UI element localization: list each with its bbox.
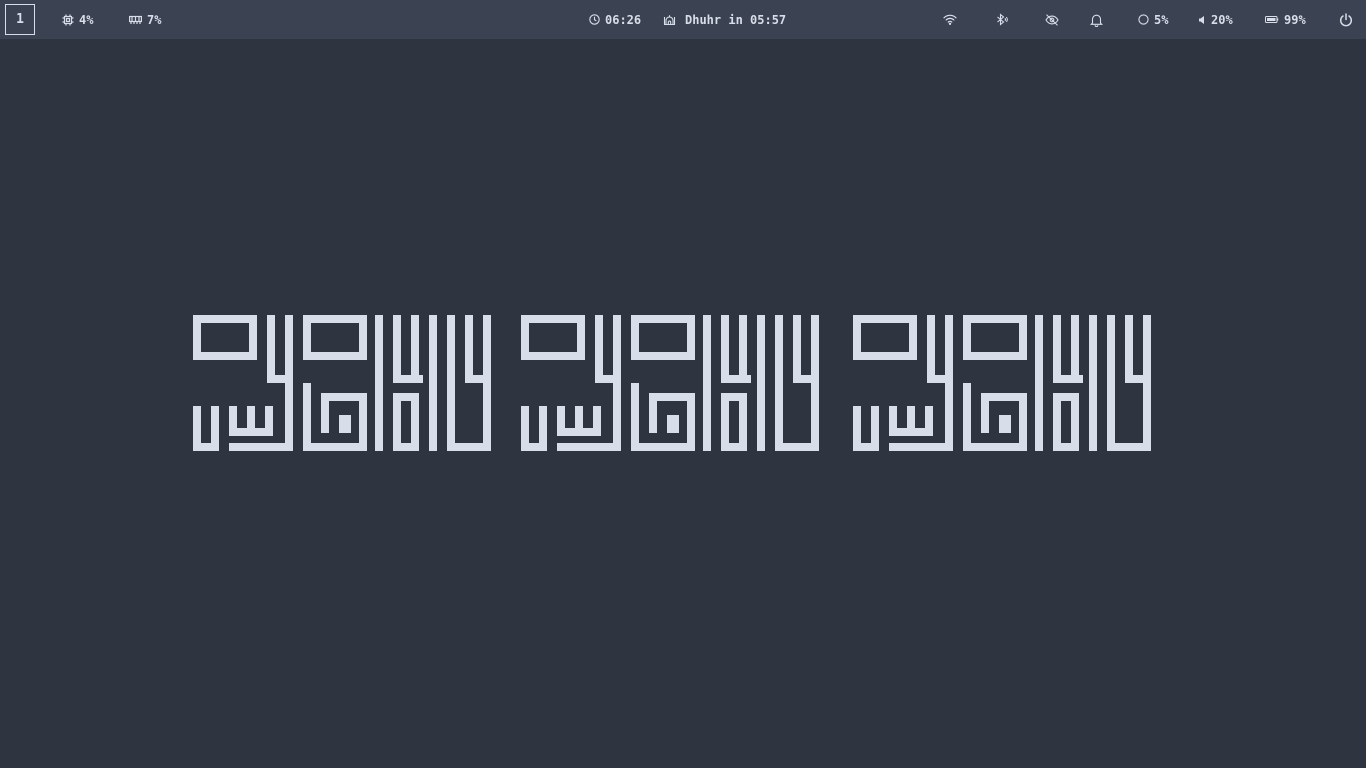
battery-value: 99%: [1284, 12, 1306, 27]
memory-value: 7%: [147, 12, 162, 27]
workspace-label: 1: [16, 12, 24, 27]
clock-icon: [589, 14, 600, 25]
prayer-time-value: Dhuhr in 05:57: [685, 12, 787, 27]
bell-icon: [1090, 13, 1103, 27]
bluetooth-icon: [995, 13, 1008, 26]
battery-icon: [1265, 15, 1279, 24]
volume-icon: [1197, 15, 1206, 25]
calligraphy-panel-left: [193, 315, 491, 451]
brightness-icon: [1138, 14, 1149, 25]
volume-module[interactable]: 20%: [1197, 0, 1233, 39]
wifi-module[interactable]: [943, 0, 957, 39]
desktop-wallpaper: [0, 39, 1366, 768]
bluetooth-module[interactable]: [995, 0, 1008, 39]
wifi-icon: [943, 14, 957, 25]
power-button[interactable]: [1339, 0, 1353, 39]
cpu-icon: [62, 14, 74, 26]
clock-module[interactable]: 06:26: [589, 0, 641, 39]
cpu-module[interactable]: 4%: [62, 0, 93, 39]
workspace-button[interactable]: 1: [5, 4, 35, 35]
prayer-time-module[interactable]: Dhuhr in 05:57: [663, 0, 786, 39]
clock-value: 06:26: [605, 12, 642, 27]
top-bar: 1 4% 7% 06:26 Dhuhr in 05:57 5% 20% 99%: [0, 0, 1366, 39]
notifications-module[interactable]: [1090, 0, 1103, 39]
cpu-value: 4%: [79, 12, 94, 27]
volume-value: 20%: [1211, 12, 1233, 27]
calligraphy-panel-middle: [521, 315, 819, 451]
power-icon: [1339, 12, 1353, 27]
brightness-module[interactable]: 5%: [1138, 0, 1168, 39]
memory-icon: [129, 15, 142, 25]
memory-module[interactable]: 7%: [129, 0, 161, 39]
idle-inhibitor-module[interactable]: [1045, 0, 1059, 39]
battery-module[interactable]: 99%: [1265, 0, 1306, 39]
eye-off-icon: [1045, 13, 1059, 26]
brightness-value: 5%: [1154, 12, 1169, 27]
calligraphy-panel-right: [853, 315, 1151, 451]
mosque-icon: [663, 14, 676, 25]
kufic-calligraphy-wallpaper: [193, 315, 1151, 451]
